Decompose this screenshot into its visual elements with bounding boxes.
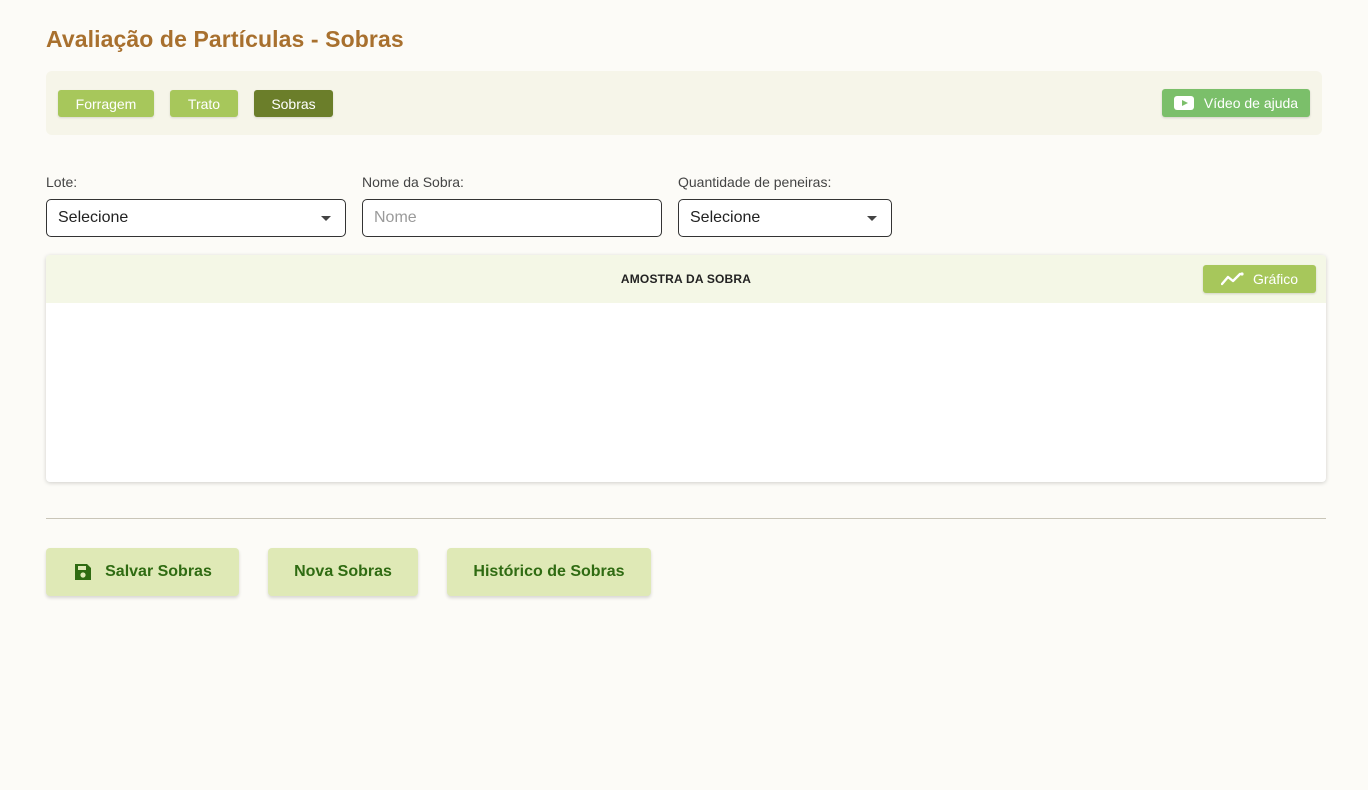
history-sobras-button[interactable]: Histórico de Sobras <box>447 548 651 596</box>
page: Avaliação de Partículas - Sobras Forrage… <box>0 0 1368 790</box>
save-sobras-label: Salvar Sobras <box>105 563 212 580</box>
divider <box>46 518 1326 519</box>
save-sobras-button[interactable]: Salvar Sobras <box>46 548 239 596</box>
graph-button[interactable]: Gráfico <box>1203 265 1316 293</box>
nome-sobra-input[interactable] <box>374 209 650 227</box>
tab-bar: Forragem Trato Sobras Vídeo de ajuda <box>46 71 1322 135</box>
sample-table-header: AMOSTRA DA SOBRA Gráfico <box>46 255 1326 303</box>
chevron-down-icon <box>867 216 877 221</box>
lote-select[interactable]: Selecione <box>46 199 346 237</box>
youtube-play-icon <box>1173 96 1194 110</box>
peneiras-select[interactable]: Selecione <box>678 199 892 237</box>
tab-trato[interactable]: Trato <box>170 90 238 117</box>
nome-sobra-label: Nome da Sobra: <box>362 174 464 190</box>
lote-select-value: Selecione <box>58 209 129 226</box>
sample-table-card: AMOSTRA DA SOBRA Gráfico <box>46 255 1326 482</box>
lote-label: Lote: <box>46 174 78 190</box>
new-sobras-button[interactable]: Nova Sobras <box>268 548 418 596</box>
peneiras-select-value: Selecione <box>690 209 761 226</box>
page-title: Avaliação de Partículas - Sobras <box>46 26 404 52</box>
sample-table-title: AMOSTRA DA SOBRA <box>620 272 752 286</box>
help-video-label: Vídeo de ajuda <box>1203 95 1299 111</box>
graph-button-label: Gráfico <box>1252 271 1299 287</box>
sample-table-body <box>46 303 1326 482</box>
nome-sobra-field <box>362 199 662 237</box>
help-video-button[interactable]: Vídeo de ajuda <box>1162 89 1310 117</box>
peneiras-label: Quantidade de peneiras: <box>678 174 832 190</box>
tab-forragem[interactable]: Forragem <box>58 90 154 117</box>
line-chart-icon <box>1220 272 1244 286</box>
tab-sobras[interactable]: Sobras <box>254 90 333 117</box>
floppy-disk-icon <box>75 564 92 580</box>
chevron-down-icon <box>321 216 331 221</box>
